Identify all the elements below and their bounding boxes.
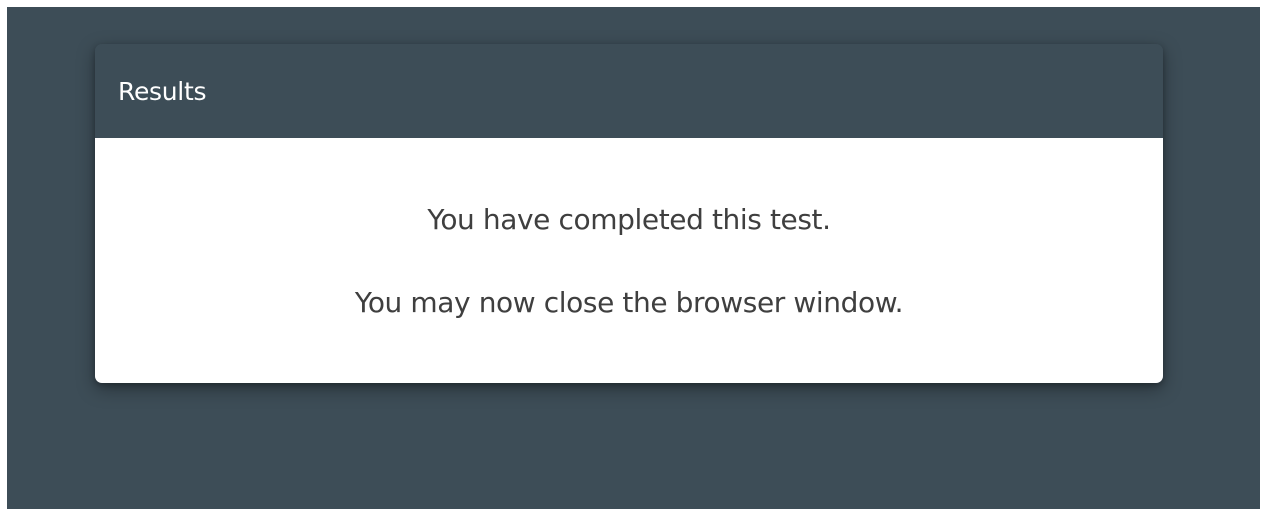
page-background: Results You have completed this test. Yo… bbox=[7, 7, 1260, 509]
results-card: Results You have completed this test. Yo… bbox=[95, 44, 1163, 383]
results-title: Results bbox=[118, 76, 207, 106]
results-card-body: You have completed this test. You may no… bbox=[95, 138, 1163, 383]
results-card-header: Results bbox=[95, 44, 1163, 138]
close-window-message: You may now close the browser window. bbox=[354, 286, 904, 319]
completion-message: You have completed this test. bbox=[427, 203, 831, 236]
